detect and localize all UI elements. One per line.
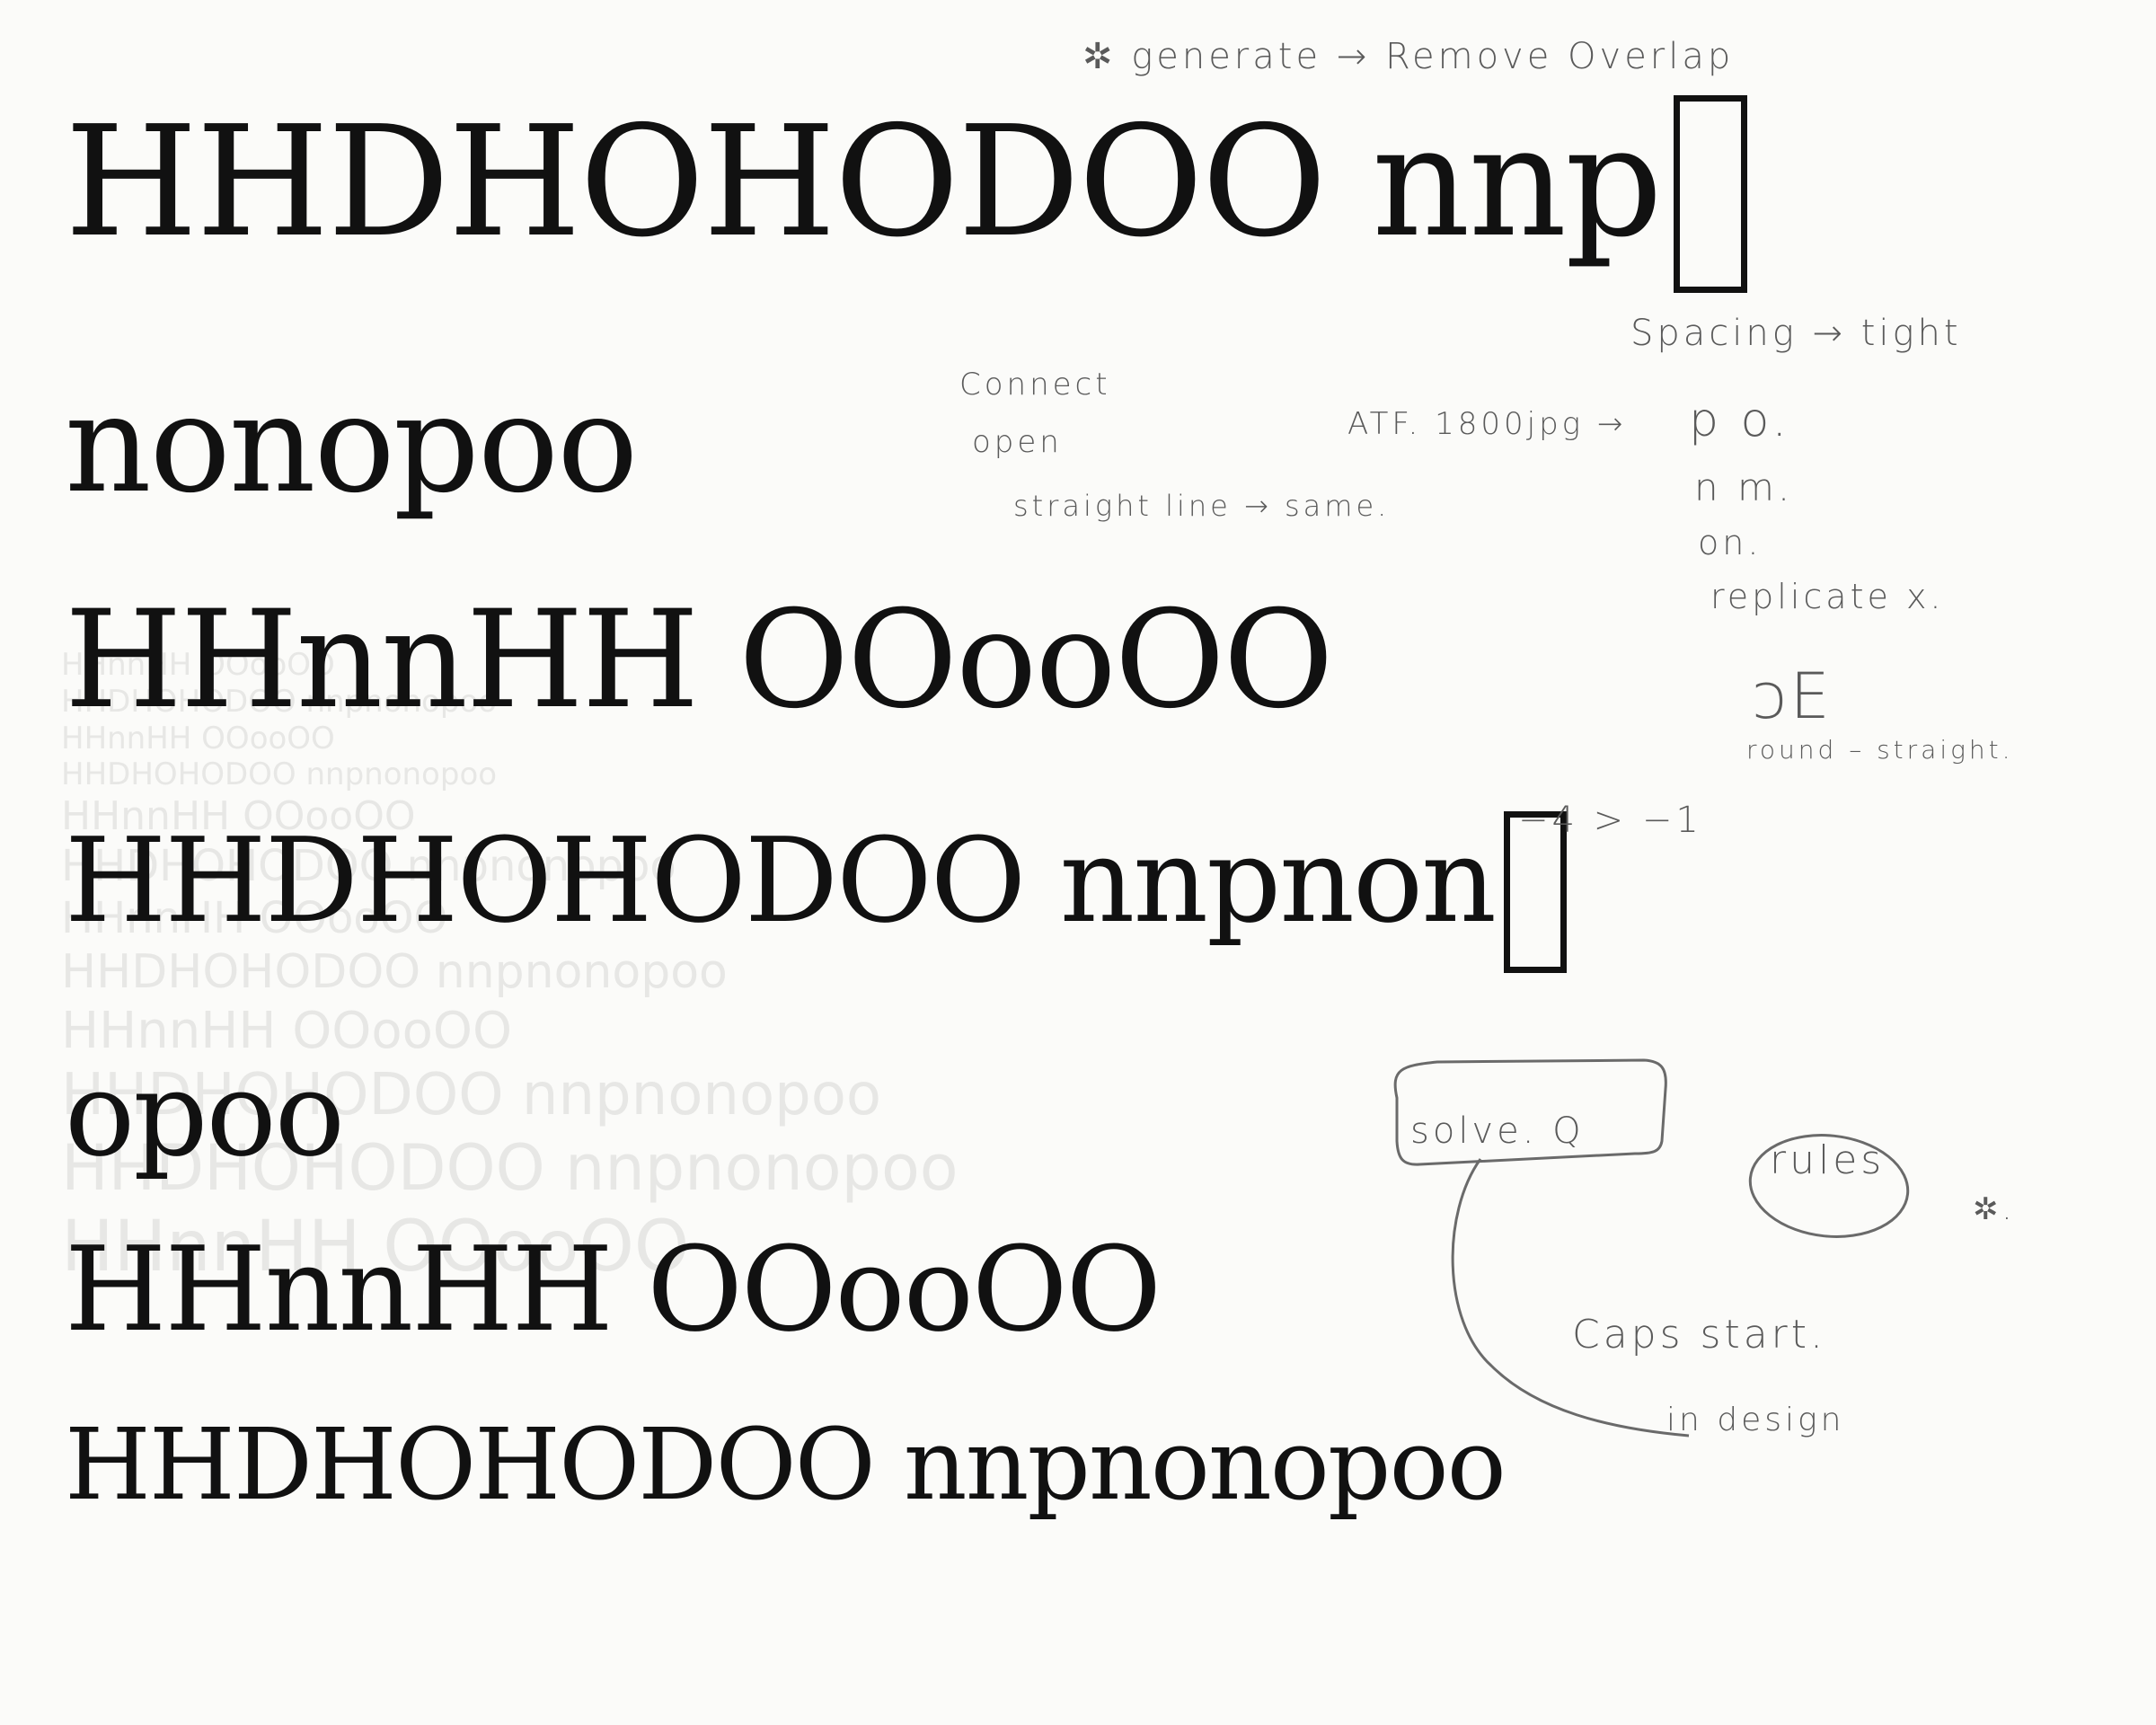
specimen-line: HHDHOHODOO nnpnonopoo (65, 1415, 1507, 1514)
specimen-text: nonopoo (65, 367, 638, 523)
specimen-line: HHDHOHODOO nnpnon (65, 811, 1567, 973)
specimen-text: HHnnHH OOooOO (65, 1221, 1162, 1358)
note-connect: Connect (959, 367, 1111, 402)
specimen-text: HHnnHH OOooOO (65, 582, 1334, 739)
note-po: p o. (1689, 394, 1790, 447)
note-nm: n m. (1694, 465, 1794, 509)
specimen-line: nonopoo (65, 377, 638, 512)
note-straight-line: straight line → same. (1013, 489, 1391, 523)
note-open: open (972, 424, 1063, 460)
specimen-line: HHDHOHODOO nnp (65, 95, 1747, 293)
connector-line (1451, 1158, 1690, 1438)
note-de-glyphs: ↄE (1752, 659, 1833, 733)
note-caps-start: Caps start. (1572, 1312, 1826, 1358)
note-on: on. (1698, 523, 1763, 562)
specimen-line: HHnnHH OOooOO (65, 593, 1334, 728)
specimen-text: opoo (65, 1046, 345, 1182)
note-minus: −4 > −1 (1518, 800, 1702, 841)
specimen-text: HHDHOHODOO nnpnonopoo (65, 1407, 1507, 1522)
specimen-line: HHnnHH OOooOO (65, 1231, 1162, 1348)
note-generate: ✲ generate → Remove Overlap (1082, 36, 1735, 77)
note-replicate: replicate x. (1710, 577, 1945, 616)
note-atf: ATF. 1800jpg → (1348, 406, 1627, 442)
note-rules: rules (1770, 1137, 1886, 1183)
specimen-line: opoo (65, 1056, 345, 1172)
note-in-design: in design (1666, 1402, 1845, 1438)
note-round-straight: round – straight. (1746, 735, 2014, 765)
sketch-page: { "specimen_lines": [ {"text": "HHDHOHOD… (0, 0, 2156, 1725)
missing-glyph-box (1673, 95, 1747, 293)
specimen-text: HHDHOHODOO nnp (65, 93, 1663, 271)
specimen-text: HHDHOHODOO nnpnon (65, 812, 1497, 949)
note-spacing: Spacing → tight (1630, 313, 1962, 354)
note-solve: solve. Q (1410, 1110, 1585, 1152)
note-star: ✲. (1973, 1191, 2016, 1227)
